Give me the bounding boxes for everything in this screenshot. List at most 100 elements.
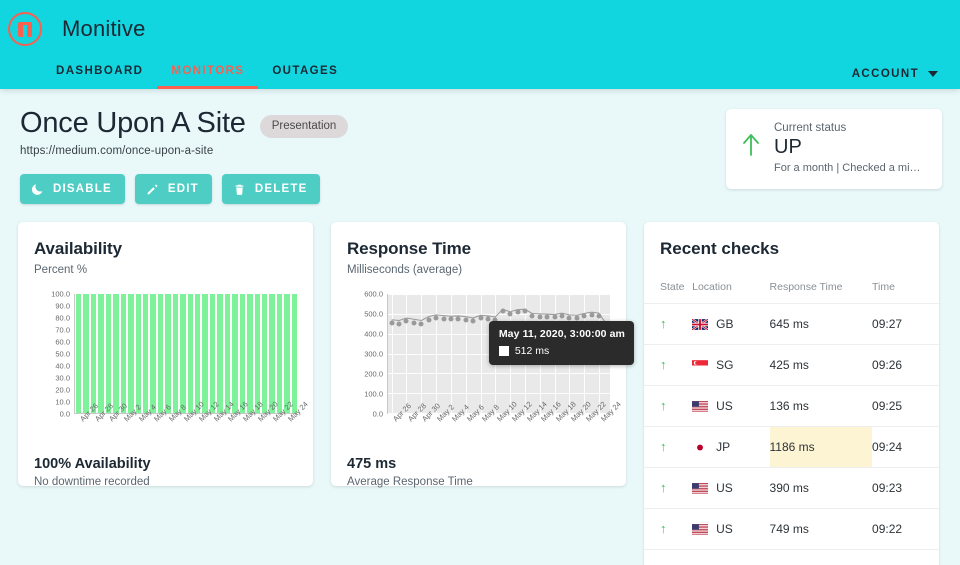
availability-bar[interactable]	[187, 294, 193, 413]
response-time-title: Response Time	[347, 239, 472, 258]
availability-bar[interactable]	[120, 294, 127, 413]
flag-us-icon	[692, 400, 709, 412]
availability-bar[interactable]	[261, 294, 268, 413]
availability-bar[interactable]	[224, 294, 231, 413]
availability-bar[interactable]	[157, 294, 164, 413]
response-time-point[interactable]	[485, 316, 491, 322]
response-time-point[interactable]	[396, 321, 402, 327]
table-row[interactable]: ↑ JP 1186 ms 09:24	[644, 426, 939, 468]
response-time-point[interactable]	[596, 313, 602, 319]
availability-bar[interactable]	[150, 294, 156, 413]
cell-time: 09:25	[872, 385, 939, 427]
response-time-point[interactable]	[559, 313, 565, 319]
recent-checks-header-row: State Location Response Time Time	[644, 281, 939, 304]
delete-button[interactable]: Delete	[221, 174, 321, 204]
page-title: Once Upon A Site	[20, 107, 246, 139]
response-time-point[interactable]	[581, 313, 587, 319]
availability-bar[interactable]	[217, 294, 223, 413]
monitor-url[interactable]: https://medium.com/once-upon-a-site	[20, 145, 348, 157]
availability-bar[interactable]	[142, 294, 149, 413]
availability-bar[interactable]	[232, 294, 238, 413]
response-time-point[interactable]	[552, 314, 557, 320]
availability-bar[interactable]	[291, 294, 298, 413]
response-time-point[interactable]	[433, 315, 439, 321]
recent-checks-card: Recent checks State Location Response Ti…	[644, 222, 939, 565]
availability-bar[interactable]	[254, 294, 260, 413]
edit-button[interactable]: Edit	[134, 174, 212, 204]
availability-bar[interactable]	[239, 294, 246, 413]
nav-item-dashboard[interactable]: Dashboard	[42, 65, 157, 89]
response-time-point[interactable]	[574, 315, 580, 321]
flag-gb-icon	[692, 318, 709, 330]
response-time-point[interactable]	[529, 313, 535, 319]
response-time-point[interactable]	[418, 321, 424, 327]
y-tick-label: 200.0	[364, 369, 383, 379]
account-menu[interactable]: Account	[852, 68, 938, 89]
response-time-point[interactable]	[455, 316, 461, 322]
title-row: Once Upon A Site Presentation	[20, 107, 349, 140]
response-time-point[interactable]	[470, 318, 476, 324]
response-time-footer-note: Average Response Time	[347, 476, 473, 488]
cell-time: 09:22	[872, 508, 939, 550]
availability-bar[interactable]	[284, 294, 290, 413]
chart-tooltip: May 11, 2020, 3:00:00 am 512 ms	[488, 321, 634, 366]
response-time-point[interactable]	[448, 316, 454, 322]
availability-bar[interactable]	[90, 294, 97, 413]
response-time-point[interactable]	[403, 318, 409, 324]
response-time-point[interactable]	[544, 314, 550, 320]
availability-bar[interactable]	[83, 294, 89, 413]
response-time-point[interactable]	[566, 315, 572, 321]
availability-bar[interactable]	[113, 294, 119, 413]
response-time-point[interactable]	[441, 316, 446, 322]
top-navigation-bar: Monitive Dashboard Monitors Outages Acco…	[0, 0, 960, 89]
nav-item-outages[interactable]: Outages	[258, 65, 352, 89]
response-time-point[interactable]	[515, 309, 520, 315]
response-time-point[interactable]	[589, 312, 594, 318]
response-time-point[interactable]	[411, 320, 417, 326]
cell-state: ↑	[644, 385, 693, 427]
response-time-point[interactable]	[507, 311, 513, 317]
availability-bar[interactable]	[165, 294, 171, 413]
arrow-up-icon: ↑	[660, 480, 667, 495]
table-row[interactable]: ↑ SG 425 ms 09:26	[644, 344, 939, 386]
column-header-response-time: Response Time	[769, 281, 843, 293]
table-row[interactable]: ↑DE315 ms09:21	[644, 549, 939, 565]
availability-title: Availability	[34, 239, 122, 258]
nav-item-monitors[interactable]: Monitors	[157, 65, 259, 89]
availability-bar[interactable]	[76, 294, 82, 413]
availability-card: Availability Percent % 0.0 10.0 20.0 30.0 40…	[18, 222, 313, 488]
availability-bar[interactable]	[276, 294, 283, 413]
response-time-point[interactable]	[537, 314, 543, 320]
cell-state: ↑	[644, 549, 693, 565]
table-row[interactable]: ↑ US 390 ms 09:23	[644, 467, 939, 509]
arrow-up-icon: ↑	[660, 439, 667, 454]
monitive-logo-icon[interactable]	[8, 12, 42, 46]
availability-bar[interactable]	[135, 294, 141, 413]
response-time-point[interactable]	[463, 317, 469, 323]
cell-location: SG	[692, 344, 770, 386]
response-time-point[interactable]	[500, 308, 506, 314]
arrow-up-icon: ↑	[660, 398, 667, 413]
cell-location: US	[692, 385, 770, 427]
response-time-point[interactable]	[389, 320, 395, 326]
y-tick-label: 70.0	[55, 325, 70, 335]
table-row[interactable]: ↑ GB 645 ms 09:27	[644, 303, 939, 345]
availability-bar[interactable]	[209, 294, 216, 413]
availability-bar[interactable]	[172, 294, 179, 413]
response-time-point[interactable]	[522, 308, 528, 314]
availability-bar[interactable]	[128, 294, 134, 413]
availability-bar[interactable]	[202, 294, 208, 413]
availability-bar[interactable]	[269, 294, 275, 413]
location-code: GB	[716, 317, 734, 331]
table-row[interactable]: ↑ US 749 ms 09:22	[644, 508, 939, 550]
availability-bar[interactable]	[105, 294, 112, 413]
availability-bar[interactable]	[180, 294, 186, 413]
disable-button[interactable]: Disable	[20, 174, 125, 204]
response-time-point[interactable]	[478, 315, 483, 321]
table-row[interactable]: ↑ US 136 ms 09:25	[644, 385, 939, 427]
availability-bar[interactable]	[98, 294, 104, 413]
response-time-point[interactable]	[426, 317, 432, 323]
availability-bar[interactable]	[247, 294, 253, 413]
availability-bar[interactable]	[195, 294, 201, 413]
recent-checks-title: Recent checks	[660, 239, 780, 258]
